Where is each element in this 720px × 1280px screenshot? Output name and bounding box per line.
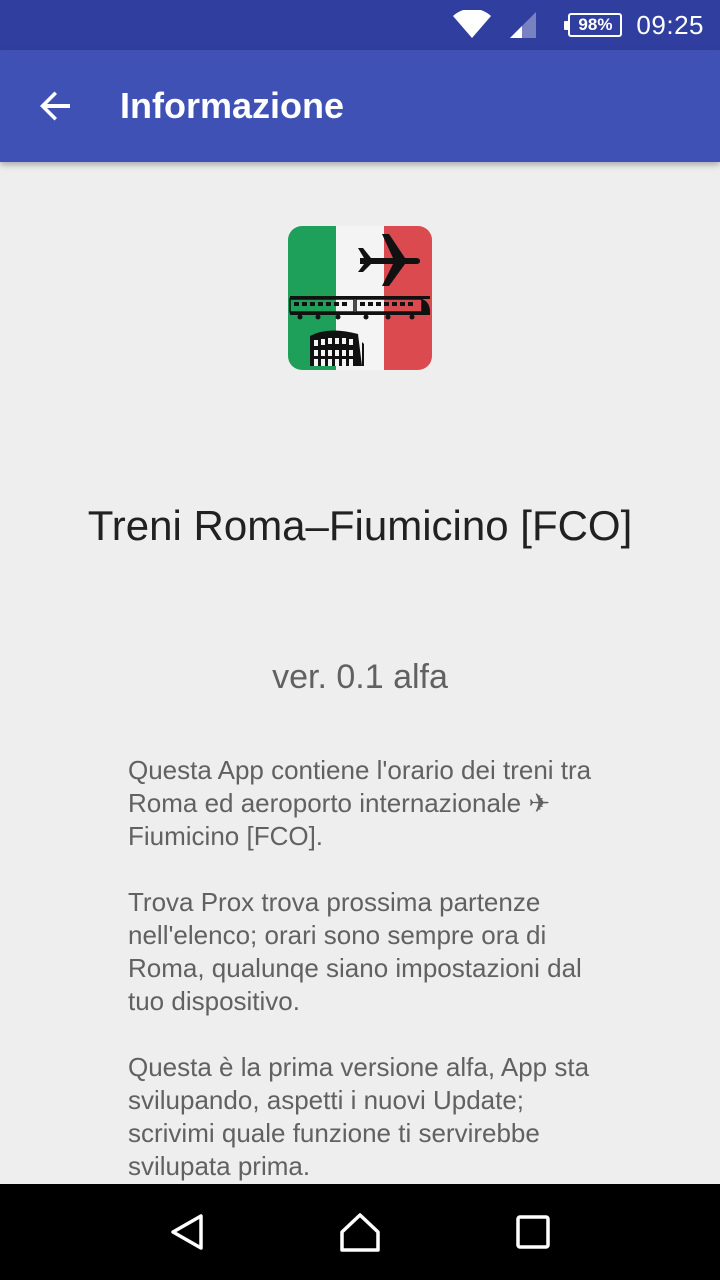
recents-icon	[516, 1215, 551, 1249]
status-bar: 98% 09:25	[0, 0, 720, 50]
arrow-back-icon	[40, 91, 70, 121]
description-paragraph: Questa App contiene l'orario dei treni t…	[128, 755, 592, 851]
battery-icon: 98%	[564, 13, 623, 37]
clock: 09:25	[636, 9, 704, 40]
home-icon	[340, 1213, 380, 1252]
wifi-icon	[452, 10, 492, 40]
signal-icon	[508, 10, 538, 40]
back-triangle-icon	[170, 1214, 203, 1250]
back-button[interactable]	[0, 50, 112, 162]
nav-home-button[interactable]	[320, 1192, 400, 1272]
navigation-bar	[0, 1184, 720, 1280]
nav-back-button[interactable]	[147, 1192, 227, 1272]
app-version: ver. 0.1 alfa	[272, 658, 448, 696]
description-paragraph: Questa è la prima versione alfa, App sta…	[128, 1052, 590, 1181]
about-content: Treni Roma–Fiumicino [FCO] ver. 0.1 alfa…	[0, 162, 720, 1184]
nav-recents-button[interactable]	[493, 1192, 573, 1272]
battery-level: 98%	[578, 15, 613, 34]
app-description: Questa App contiene l'orario dei treni t…	[128, 754, 608, 1184]
app-logo-icon	[288, 226, 432, 370]
page-title: Informazione	[120, 85, 345, 126]
app-name: Treni Roma–Fiumicino [FCO]	[87, 502, 633, 549]
app-bar: Informazione	[0, 50, 720, 162]
description-paragraph: Trova Prox trova prossima partenze nell'…	[128, 887, 582, 1016]
